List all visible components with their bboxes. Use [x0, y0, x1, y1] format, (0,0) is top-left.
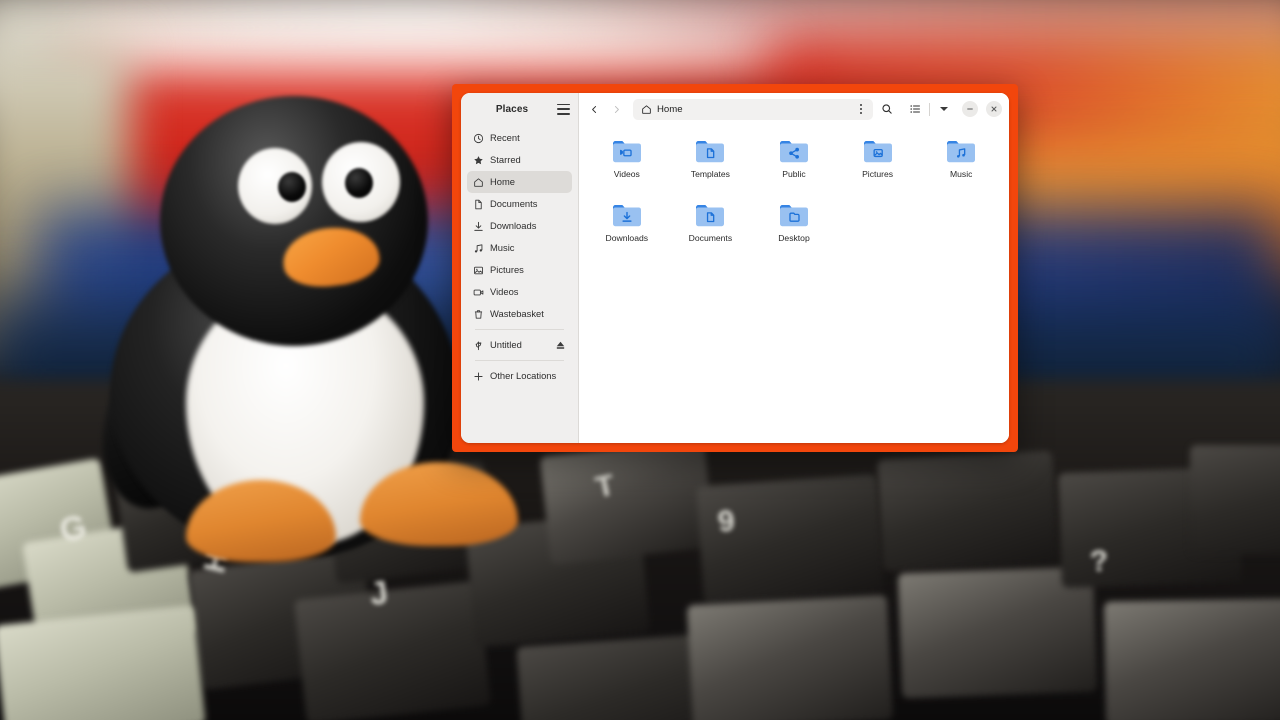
sidebar-item-wastebasket[interactable]: Wastebasket	[467, 303, 572, 325]
close-button[interactable]	[986, 101, 1002, 117]
sidebar-header: Places	[461, 93, 578, 125]
folder-videos-icon	[611, 137, 643, 165]
sidebar-item-label: Home	[490, 176, 516, 188]
folder-templates-icon	[694, 137, 726, 165]
sidebar-item-other-locations[interactable]: Other Locations	[467, 365, 572, 387]
places-list: Recent Starred Home Documents Downloads …	[461, 125, 578, 443]
sidebar: Places Recent Starred Home Documents Dow…	[461, 93, 579, 443]
sidebar-item-label: Documents	[490, 198, 538, 210]
minimize-button[interactable]	[962, 101, 978, 117]
document-icon	[473, 199, 484, 210]
search-icon[interactable]	[877, 99, 897, 119]
sidebar-item-videos[interactable]: Videos	[467, 281, 572, 303]
sidebar-item-music[interactable]: Music	[467, 237, 572, 259]
file-item-documents[interactable]: Documents	[669, 199, 753, 263]
sidebar-item-label: Other Locations	[490, 370, 557, 382]
sidebar-item-untitled-device[interactable]: Untitled	[467, 334, 572, 356]
file-label: Documents	[688, 233, 733, 243]
file-item-pictures[interactable]: Pictures	[836, 135, 920, 199]
view-options-group	[905, 99, 954, 119]
key-letter-question: ?	[1088, 544, 1110, 579]
clock-icon	[473, 133, 484, 144]
hamburger-icon[interactable]	[557, 103, 570, 115]
keyboard-key	[0, 604, 206, 720]
file-label: Downloads	[605, 233, 649, 243]
trash-icon	[473, 309, 484, 320]
home-icon	[473, 177, 484, 188]
sidebar-item-pictures[interactable]: Pictures	[467, 259, 572, 281]
sidebar-item-label: Downloads	[490, 220, 537, 232]
penguin-pupil-left	[278, 172, 306, 202]
sidebar-item-label: Untitled	[490, 339, 522, 351]
file-item-videos[interactable]: Videos	[585, 135, 669, 199]
keyboard-key	[1103, 598, 1280, 720]
highlight-frame: Places Recent Starred Home Documents Dow…	[452, 84, 1018, 452]
file-label: Public	[782, 169, 806, 179]
file-grid: Videos Templates Public Pictures Music D…	[579, 125, 1009, 443]
music-note-icon	[473, 243, 484, 254]
file-manager-window: Places Recent Starred Home Documents Dow…	[461, 93, 1009, 443]
back-button[interactable]	[585, 99, 603, 119]
file-label: Pictures	[862, 169, 894, 179]
kebab-menu-icon[interactable]	[853, 100, 869, 118]
sidebar-item-label: Pictures	[490, 264, 524, 276]
sidebar-item-label: Starred	[490, 154, 521, 166]
image-icon	[473, 265, 484, 276]
sidebar-divider	[475, 329, 564, 330]
toolbar-separator	[929, 102, 930, 116]
path-label: Home	[657, 103, 683, 115]
sidebar-title: Places	[495, 103, 529, 115]
file-label: Music	[949, 169, 973, 179]
chevron-down-icon[interactable]	[934, 99, 954, 119]
keyboard-key	[539, 439, 716, 565]
file-item-music[interactable]: Music	[919, 135, 1003, 199]
download-icon	[473, 221, 484, 232]
list-view-icon[interactable]	[905, 99, 925, 119]
forward-button[interactable]	[607, 99, 625, 119]
sidebar-item-label: Wastebasket	[490, 308, 544, 320]
penguin-head	[160, 96, 428, 346]
sidebar-item-home[interactable]: Home	[467, 171, 572, 193]
usb-icon	[473, 340, 484, 351]
main-pane: Home Videos Templates Public Pictures Mu…	[579, 93, 1009, 443]
sidebar-item-label: Videos	[490, 286, 519, 298]
file-label: Desktop	[778, 233, 810, 243]
keyboard-key	[686, 594, 894, 720]
folder-public-icon	[778, 137, 810, 165]
sidebar-item-documents[interactable]: Documents	[467, 193, 572, 215]
sidebar-item-label: Music	[490, 242, 515, 254]
file-label: Templates	[690, 169, 730, 179]
file-item-desktop[interactable]: Desktop	[752, 199, 836, 263]
sidebar-item-recent[interactable]: Recent	[467, 127, 572, 149]
folder-music-icon	[945, 137, 977, 165]
keyboard-key	[877, 450, 1058, 572]
sidebar-item-label: Recent	[490, 132, 520, 144]
keyboard-key	[293, 580, 492, 720]
folder-pictures-icon	[862, 137, 894, 165]
sidebar-divider	[475, 360, 564, 361]
keyboard-key	[1190, 445, 1280, 555]
sidebar-item-downloads[interactable]: Downloads	[467, 215, 572, 237]
home-icon	[641, 104, 652, 115]
toolbar: Home	[579, 93, 1009, 125]
file-label: Videos	[613, 169, 640, 179]
file-item-downloads[interactable]: Downloads	[585, 199, 669, 263]
sidebar-item-starred[interactable]: Starred	[467, 149, 572, 171]
folder-desktop-icon	[778, 201, 810, 229]
path-bar[interactable]: Home	[633, 98, 873, 120]
folder-downloads-icon	[611, 201, 643, 229]
file-item-public[interactable]: Public	[752, 135, 836, 199]
folder-documents-icon	[694, 201, 726, 229]
eject-icon[interactable]	[555, 340, 566, 351]
file-item-templates[interactable]: Templates	[669, 135, 753, 199]
plus-icon	[473, 371, 484, 382]
video-icon	[473, 287, 484, 298]
penguin-pupil-right	[345, 168, 373, 198]
star-icon	[473, 155, 484, 166]
key-letter-9: 9	[716, 504, 737, 539]
